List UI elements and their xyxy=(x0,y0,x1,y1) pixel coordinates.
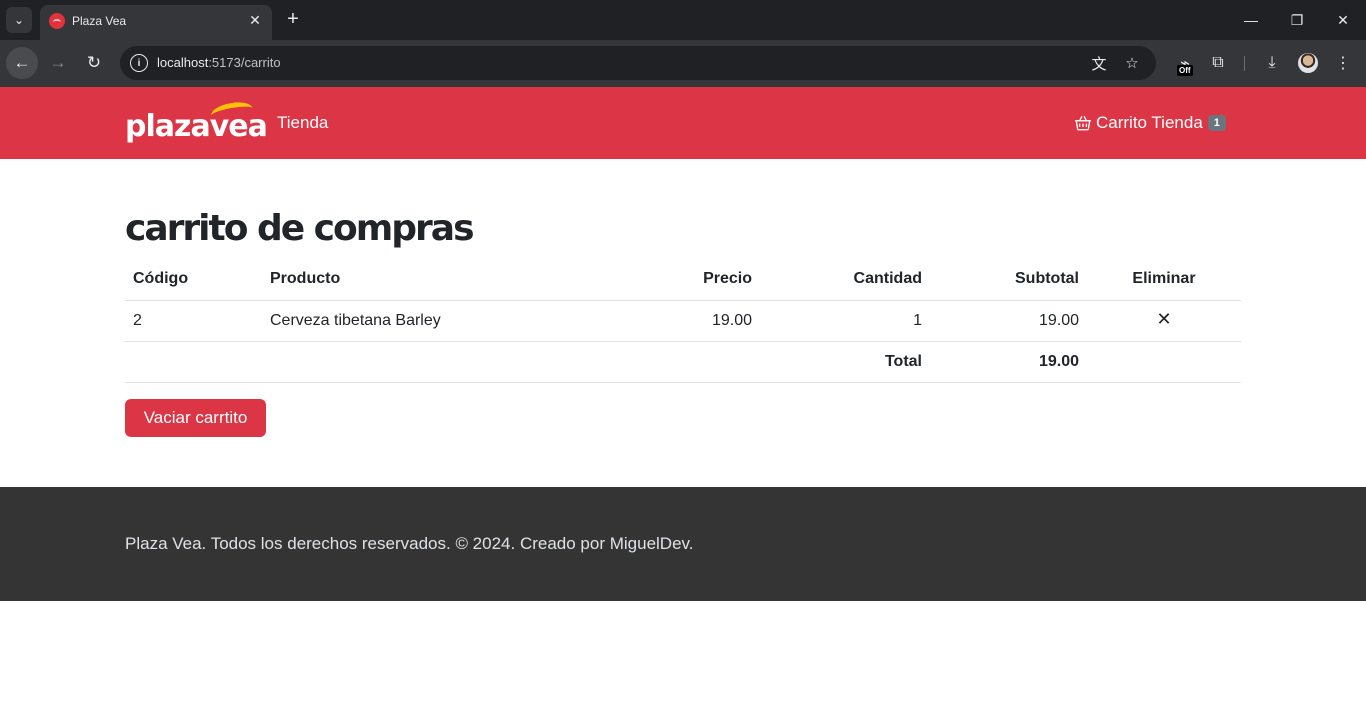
col-header-subtotal: Subtotal xyxy=(930,259,1087,301)
toolbar-divider xyxy=(1244,56,1245,71)
tab-title: Plaza Vea xyxy=(72,14,127,28)
download-icon[interactable]: ⤓ xyxy=(1261,52,1283,74)
col-header-price: Precio xyxy=(633,259,760,301)
cell-subtotal: 19.00 xyxy=(930,300,1087,342)
reload-button[interactable]: ↻ xyxy=(78,47,110,79)
url-text[interactable]: localhost:5173/carrito xyxy=(157,55,281,70)
url-path: :5173/carrito xyxy=(208,55,281,70)
cart-count-badge: 1 xyxy=(1207,115,1226,131)
table-row: 2 Cerveza tibetana Barley 19.00 1 19.00 … xyxy=(125,300,1241,342)
col-header-product: Producto xyxy=(262,259,633,301)
extension-off-badge: Off xyxy=(1177,65,1193,76)
browser-tab[interactable]: Plaza Vea ✕ xyxy=(40,5,272,40)
plazavea-logo[interactable]: plazavea xyxy=(125,99,268,145)
tab-close-icon[interactable]: ✕ xyxy=(246,11,264,29)
empty-cart-button[interactable]: Vaciar carrtito xyxy=(125,399,266,437)
new-tab-button[interactable]: + xyxy=(282,8,304,30)
translate-icon[interactable]: 文 xyxy=(1089,53,1109,73)
forward-button[interactable]: → xyxy=(42,47,74,79)
url-host: localhost xyxy=(157,55,209,70)
cart-table: Código Producto Precio Cantidad Subtotal… xyxy=(125,259,1241,383)
total-label: Total xyxy=(760,341,930,383)
browser-tabbar: ⌄ Plaza Vea ✕ + — ❐ ✕ xyxy=(0,0,1366,40)
total-row: Total 19.00 xyxy=(125,341,1241,383)
cell-delete: ✕ xyxy=(1087,300,1241,342)
close-window-button[interactable]: ✕ xyxy=(1320,0,1366,40)
bookmark-star-icon[interactable]: ☆ xyxy=(1122,53,1142,73)
restore-button[interactable]: ❐ xyxy=(1274,0,1320,40)
total-divider xyxy=(125,382,1088,383)
profile-avatar[interactable] xyxy=(1298,53,1318,73)
nav-link-tienda[interactable]: Tienda xyxy=(277,113,328,133)
cart-link[interactable]: Carrito Tienda 1 xyxy=(1074,112,1226,134)
cart-label: Carrito Tienda xyxy=(1096,113,1203,132)
address-bar[interactable]: i localhost:5173/carrito 文 ☆ xyxy=(120,46,1156,80)
cell-code: 2 xyxy=(125,300,262,342)
cell-quantity: 1 xyxy=(760,300,930,342)
col-header-quantity: Cantidad xyxy=(760,259,930,301)
table-header-row: Código Producto Precio Cantidad Subtotal… xyxy=(125,259,1241,301)
site-favicon-icon xyxy=(49,13,65,29)
back-button[interactable]: ← xyxy=(6,47,38,79)
page-title: carrito de compras xyxy=(125,208,475,249)
menu-kebab-icon[interactable]: ⋮ xyxy=(1332,52,1354,74)
site-info-icon[interactable]: i xyxy=(130,54,148,72)
extensions-puzzle-icon[interactable]: ⧉ xyxy=(1207,52,1229,74)
browser-toolbar: ← → ↻ i localhost:5173/carrito 文 ☆ ⌁ ⧉ ⤓… xyxy=(0,40,1366,87)
basket-icon xyxy=(1075,115,1091,131)
footer-text: Plaza Vea. Todos los derechos reservados… xyxy=(125,534,694,553)
col-header-delete: Eliminar xyxy=(1087,259,1241,301)
cell-price: 19.00 xyxy=(633,300,760,342)
col-header-code: Código xyxy=(125,259,262,301)
minimize-button[interactable]: — xyxy=(1228,0,1274,40)
close-icon[interactable]: ✕ xyxy=(1156,309,1172,329)
tab-search-button[interactable]: ⌄ xyxy=(6,7,32,33)
total-value: 19.00 xyxy=(930,341,1087,383)
cell-product: Cerveza tibetana Barley xyxy=(262,300,633,342)
